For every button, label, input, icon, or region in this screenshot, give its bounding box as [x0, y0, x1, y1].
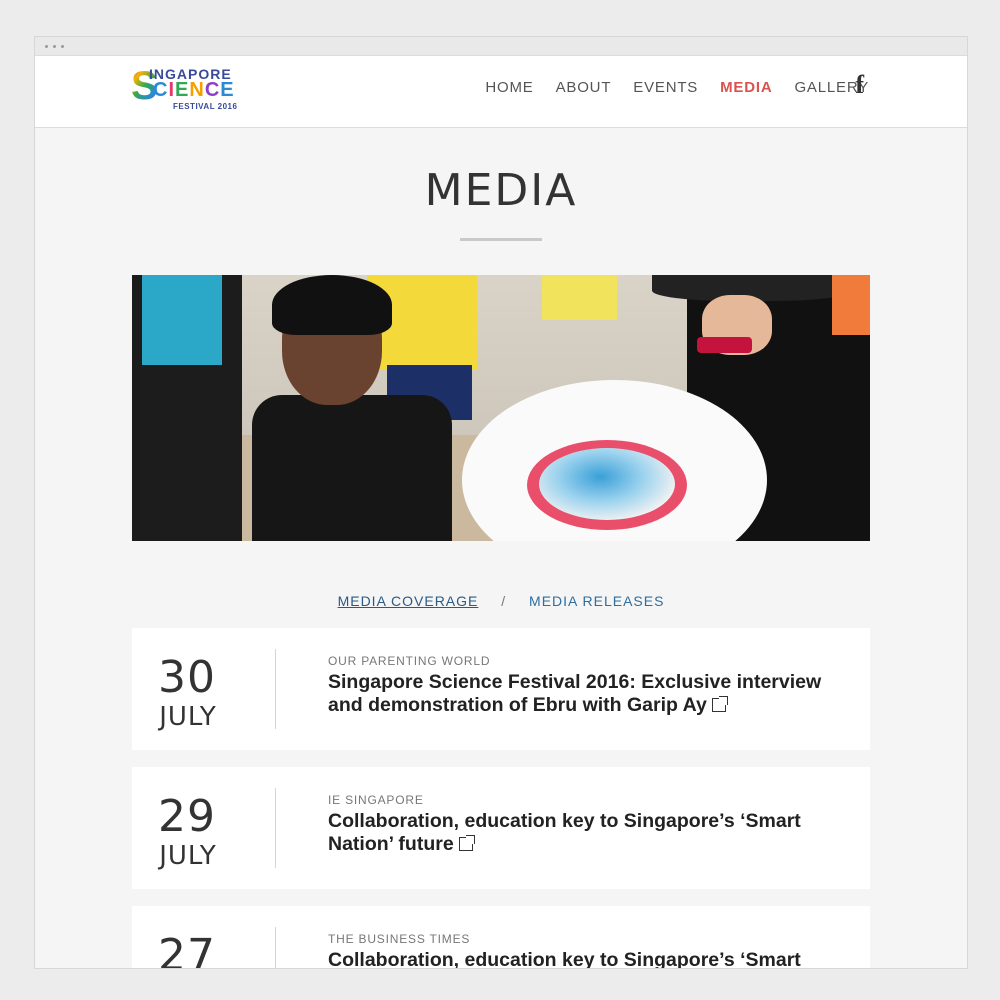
- hero-orange-object: [832, 275, 870, 335]
- tab-media-coverage[interactable]: MEDIA COVERAGE: [338, 593, 479, 609]
- title-divider: [460, 238, 542, 241]
- media-tabs: MEDIA COVERAGE / MEDIA RELEASES: [35, 593, 967, 609]
- nav-home[interactable]: HOME: [485, 79, 533, 96]
- logo-text-festival: FESTIVAL 2016: [173, 102, 238, 111]
- logo-text-science: CIENCE: [153, 79, 235, 101]
- hero-figure-left-shirt: [142, 275, 222, 365]
- window-dot: [53, 44, 56, 48]
- browser-chrome-bar: [35, 37, 967, 56]
- logo-letter: N: [189, 79, 205, 101]
- article-source: OUR PARENTING WORLD: [328, 654, 491, 668]
- tab-media-releases[interactable]: MEDIA RELEASES: [529, 593, 664, 609]
- nav-events[interactable]: EVENTS: [633, 79, 698, 96]
- article-headline-link[interactable]: Collaboration, education key to Singapor…: [328, 810, 853, 856]
- article-month: JULY: [159, 702, 217, 732]
- main-nav: HOME ABOUT EVENTS MEDIA GALLERY: [485, 79, 869, 96]
- article-day: 27: [158, 930, 216, 969]
- article-card[interactable]: 30 JULY OUR PARENTING WORLD Singapore Sc…: [132, 628, 870, 750]
- article-divider: [275, 649, 276, 729]
- article-headline-link[interactable]: Collaboration, education key to Singapor…: [328, 949, 853, 969]
- article-source: THE BUSINESS TIMES: [328, 932, 471, 946]
- logo-letter: C: [204, 79, 221, 101]
- hero-boy-hair: [272, 275, 392, 335]
- external-link-icon[interactable]: [711, 696, 728, 712]
- site-logo[interactable]: S INGAPORE CIENCE FESTIVAL 2016: [131, 64, 261, 116]
- article-source: IE SINGAPORE: [328, 793, 424, 807]
- article-month: JULY: [159, 841, 217, 871]
- logo-letter: E: [175, 79, 190, 101]
- hero-girl-bow: [697, 337, 752, 353]
- article-headline: Collaboration, education key to Singapor…: [328, 810, 801, 855]
- article-headline: Collaboration, education key to Singapor…: [328, 949, 801, 969]
- hero-image: [132, 275, 870, 541]
- article-list: 30 JULY OUR PARENTING WORLD Singapore Sc…: [132, 628, 870, 969]
- hero-child-background: [542, 275, 617, 320]
- article-divider: [275, 927, 276, 968]
- article-headline: Singapore Science Festival 2016: Exclusi…: [328, 671, 822, 716]
- article-day: 30: [158, 652, 216, 703]
- tab-separator: /: [501, 593, 507, 609]
- site-header: S INGAPORE CIENCE FESTIVAL 2016 HOME ABO…: [35, 56, 967, 128]
- window-dot: [45, 44, 48, 48]
- article-card[interactable]: 27 THE BUSINESS TIMES Collaboration, edu…: [132, 906, 870, 969]
- logo-letter: E: [220, 79, 235, 101]
- page-title: MEDIA: [424, 165, 578, 216]
- facebook-icon[interactable]: f: [855, 70, 864, 100]
- hero-marbled-water: [539, 448, 675, 520]
- article-day: 29: [158, 791, 216, 842]
- logo-letter: C: [153, 79, 169, 101]
- article-divider: [275, 788, 276, 868]
- browser-window: S INGAPORE CIENCE FESTIVAL 2016 HOME ABO…: [34, 36, 968, 969]
- nav-media[interactable]: MEDIA: [720, 79, 772, 96]
- external-link-icon[interactable]: [458, 835, 475, 851]
- article-card[interactable]: 29 JULY IE SINGAPORE Collaboration, educ…: [132, 767, 870, 889]
- hero-boy-body: [252, 395, 452, 541]
- article-headline-link[interactable]: Singapore Science Festival 2016: Exclusi…: [328, 671, 853, 717]
- nav-about[interactable]: ABOUT: [556, 79, 612, 96]
- window-dot: [61, 44, 64, 48]
